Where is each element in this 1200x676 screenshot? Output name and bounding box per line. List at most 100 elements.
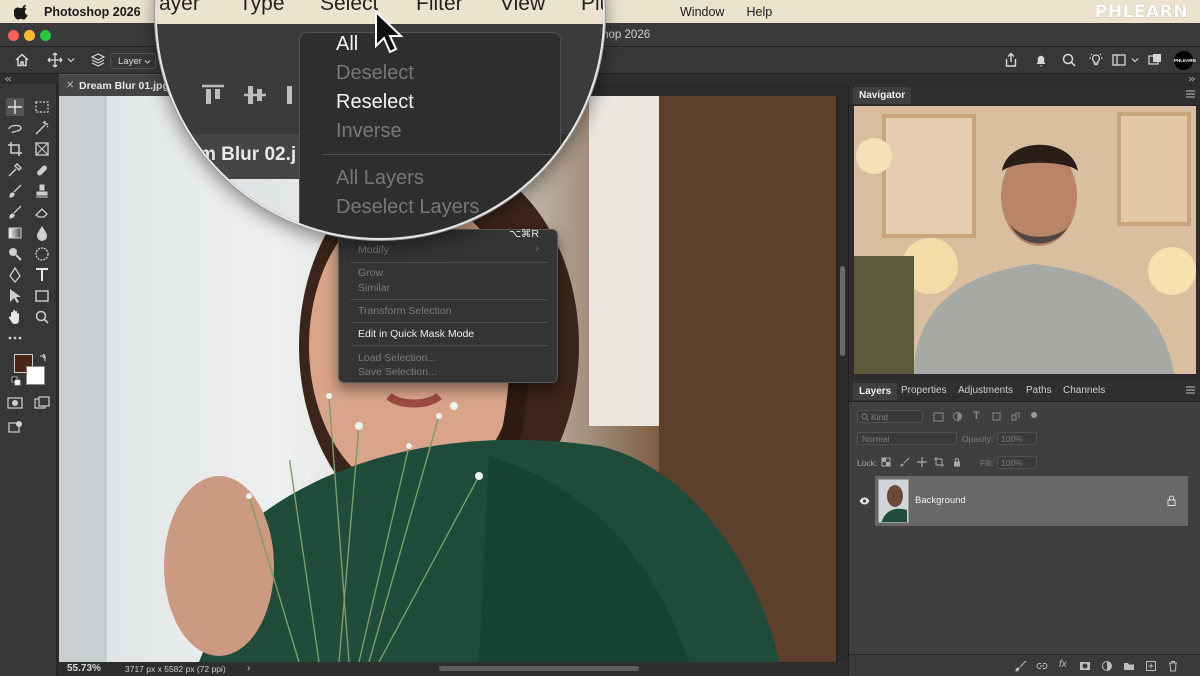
auto-select-layers-icon[interactable] [90,52,106,68]
vertical-scroll-thumb[interactable] [840,266,845,356]
tab-paths[interactable]: Paths [1026,385,1052,396]
brush-icon[interactable] [1015,660,1027,672]
layer-style-icon[interactable]: fx [1059,659,1071,671]
menu-window[interactable]: Window [680,5,724,19]
magnified-menu-plugins[interactable]: Plu [581,0,603,16]
horizontal-scroll-thumb[interactable] [439,666,639,671]
tab-properties[interactable]: Properties [901,385,947,396]
new-group-icon[interactable] [1123,660,1135,672]
magnified-menu-type[interactable]: Type [239,0,285,16]
opacity-field[interactable]: 100% [997,432,1037,445]
menu-item-similar[interactable]: Similar [358,282,390,294]
lasso-tool-icon[interactable] [6,119,24,137]
menu-item-load-selection[interactable]: Load Selection... [358,352,436,364]
search-icon[interactable] [1061,52,1077,68]
edit-toolbar-icon[interactable] [6,418,24,436]
sponge-tool-icon[interactable] [33,245,51,263]
menu-item-deselect[interactable]: Deselect [336,62,414,85]
lightbulb-icon[interactable] [1088,52,1104,68]
lock-position-icon[interactable] [917,457,927,467]
chevron-down-icon[interactable] [1131,56,1139,64]
eraser-tool-icon[interactable] [33,203,51,221]
healing-brush-icon[interactable] [33,161,51,179]
bell-icon[interactable] [1033,52,1049,68]
type-filter-icon[interactable]: T [973,410,980,422]
tab-channels[interactable]: Channels [1063,385,1105,396]
zoom-tool-icon[interactable] [33,308,51,326]
workspace-layout-icon[interactable] [1111,52,1127,68]
marquee-tool-icon[interactable] [33,98,51,116]
panel-menu-icon[interactable] [1186,386,1195,394]
new-layer-icon[interactable] [1145,660,1157,672]
magic-wand-icon[interactable] [33,119,51,137]
move-tool-icon[interactable] [47,52,63,68]
status-info-arrow[interactable]: › [247,663,250,674]
lock-all-icon[interactable] [952,457,962,467]
blur-tool-icon[interactable] [33,224,51,242]
double-chevron-icon[interactable] [1188,76,1196,82]
fill-field[interactable]: 100% [997,456,1037,469]
minimize-window-button[interactable] [24,30,35,41]
chevron-down-icon[interactable] [67,56,75,64]
adjustment-layer-icon[interactable] [1101,660,1113,672]
close-window-button[interactable] [8,30,19,41]
pen-tool-icon[interactable] [6,266,24,284]
hand-tool-icon[interactable] [6,308,24,326]
frame-tool-icon[interactable] [33,140,51,158]
brush-tool-icon[interactable] [6,182,24,200]
align-vertical-center-icon[interactable] [243,84,267,106]
panel-menu-icon[interactable] [1186,90,1195,98]
shape-filter-icon[interactable] [991,411,1002,422]
history-brush-icon[interactable] [6,203,24,221]
gradient-tool-icon[interactable] [6,224,24,242]
crop-tool-icon[interactable] [6,140,24,158]
apple-icon[interactable] [14,4,30,20]
menu-help[interactable]: Help [746,5,772,19]
menu-item-transform-selection[interactable]: Transform Selection [358,305,452,317]
lock-transparent-icon[interactable] [881,457,891,467]
tab-adjustments[interactable]: Adjustments [958,385,1013,396]
eyedropper-icon[interactable] [6,161,24,179]
zoom-level[interactable]: 55.73% [67,663,101,674]
move-tool-icon[interactable] [6,98,24,116]
swap-colors-icon[interactable] [38,353,48,363]
user-avatar[interactable]: PHLEARN [1174,51,1196,70]
menu-item-quick-mask[interactable]: Edit in Quick Mask Mode [358,328,474,340]
smart-object-filter-icon[interactable] [1010,411,1021,422]
menu-item-inverse[interactable]: Inverse [336,120,402,143]
lock-artboard-icon[interactable] [934,457,944,467]
trash-icon[interactable] [1167,660,1179,672]
layer-row-background[interactable]: Background [875,476,1188,526]
menu-item-reselect[interactable]: Reselect [336,91,414,114]
magnified-menu-layer[interactable]: ayer [159,0,200,16]
tab-layers[interactable]: Layers [853,383,898,400]
menu-item-save-selection[interactable]: Save Selection... [358,366,437,378]
screen-mode-icon[interactable] [33,394,51,412]
tab-navigator[interactable]: Navigator [853,87,912,104]
layer-name[interactable]: Background [915,495,966,506]
more-tools-icon[interactable] [6,329,24,347]
add-mask-icon[interactable] [1079,660,1091,672]
clone-stamp-icon[interactable] [33,182,51,200]
close-document-icon[interactable]: ✕ [66,80,74,91]
arrange-windows-icon[interactable] [1147,52,1163,68]
menu-item-modify[interactable]: Modify [358,244,389,256]
menu-item-grow[interactable]: Grow [358,267,383,279]
adjustment-filter-icon[interactable] [952,411,963,422]
link-layers-icon[interactable] [1036,660,1048,672]
blend-mode-dropdown[interactable]: Normal [857,432,957,445]
magnified-menu-filter[interactable]: Filter [416,0,463,16]
rectangle-tool-icon[interactable] [33,287,51,305]
magnified-document-tab[interactable]: m Blur 02.j [187,134,307,179]
magnified-menu-select[interactable]: Select [320,0,378,16]
quick-mask-icon[interactable] [6,394,24,412]
zoom-window-button[interactable] [40,30,51,41]
vertical-scrollbar[interactable] [838,96,847,662]
lock-image-pixels-icon[interactable] [900,457,910,467]
default-colors-icon[interactable] [11,376,21,386]
app-name-menu[interactable]: Photoshop 2026 [44,5,141,19]
eye-visibility-icon[interactable] [859,497,870,505]
menu-item-all[interactable]: All [336,33,358,56]
menu-item-deselect-layers[interactable]: Deselect Layers [336,196,479,219]
background-color-swatch[interactable] [26,366,45,385]
